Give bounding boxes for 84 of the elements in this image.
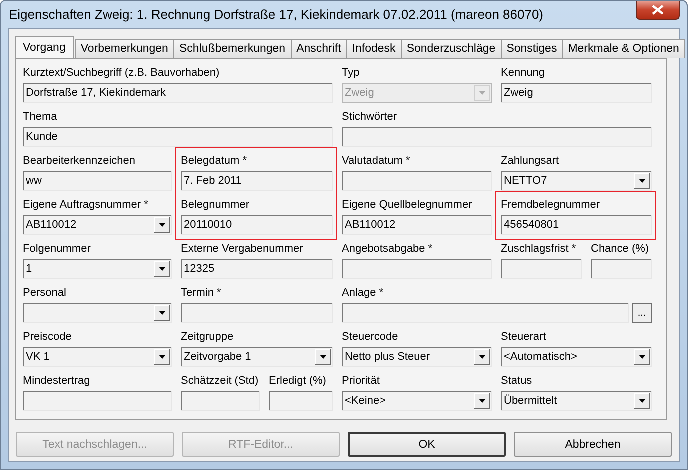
text-field[interactable]: 12325 — [181, 259, 333, 279]
field-label: Preiscode — [23, 330, 73, 344]
tab[interactable]: Infodesk — [346, 39, 402, 58]
dropdown-field[interactable]: <Automatisch> — [501, 347, 652, 367]
tab[interactable]: Schlußbemerkungen — [173, 39, 292, 58]
field-label: Belegnummer — [181, 198, 250, 212]
caret-icon — [478, 91, 486, 95]
text-field[interactable] — [181, 303, 333, 323]
field-label: Belegdatum * — [181, 154, 248, 168]
text-field[interactable] — [23, 391, 172, 411]
text-field[interactable]: AB110012 — [342, 215, 492, 235]
field-label: Priorität — [342, 374, 381, 388]
text-field[interactable] — [181, 391, 260, 411]
field-label: Kurztext/Suchbegriff (z.B. Bauvorhaben) — [23, 66, 221, 80]
caret-icon — [320, 355, 326, 359]
dropdown-field[interactable]: AB110012 — [23, 215, 172, 235]
field-label: Erledigt (%) — [269, 374, 328, 388]
field-label: Steuercode — [342, 330, 400, 344]
text-field[interactable] — [342, 259, 492, 279]
caret-icon — [158, 267, 166, 271]
dropdown-field[interactable]: <Keine> — [342, 391, 492, 411]
text-field[interactable] — [501, 259, 582, 279]
text-field[interactable] — [591, 259, 652, 279]
caret-icon — [158, 355, 166, 359]
field-label: Kennung — [501, 66, 546, 80]
field-label: Bearbeiterkennzeichen — [23, 154, 137, 168]
text-field[interactable]: Dorfstraße 17, Kiekindemark — [23, 83, 333, 103]
dropdown-field[interactable]: 1 — [23, 259, 172, 279]
text-field[interactable] — [269, 391, 333, 411]
caret-icon — [158, 223, 166, 227]
field-label: Typ — [342, 66, 361, 80]
text-field[interactable]: 456540801 — [501, 215, 652, 235]
field-label: Externe Vergabenummer — [181, 242, 304, 256]
field-label: Stichwörter — [342, 110, 398, 124]
field-label: Zahlungsart — [501, 154, 560, 168]
field-label: Status — [501, 374, 534, 388]
text-field[interactable]: 7. Feb 2011 — [181, 171, 333, 191]
browse-button[interactable]: ... — [632, 303, 652, 323]
field-label: Steuerart — [501, 330, 548, 344]
field-label: Valutadatum * — [342, 154, 412, 168]
dialog-button[interactable]: OK — [348, 432, 506, 457]
tab[interactable]: Vorbemerkungen — [74, 39, 174, 58]
close-button[interactable] — [636, 1, 680, 20]
caret-icon — [478, 355, 486, 359]
tab[interactable]: Sonstiges — [500, 39, 564, 58]
field-label: Zuschlagsfrist * — [501, 242, 578, 256]
field-label: Personal — [23, 286, 68, 300]
field-label: Zeitgruppe — [181, 330, 235, 344]
caret-icon — [638, 355, 646, 359]
field-label: Anlage * — [342, 286, 385, 300]
caret-icon — [158, 311, 166, 315]
field-label: Termin * — [181, 286, 222, 300]
field-label: Chance (%) — [591, 242, 650, 256]
tab[interactable]: Sonderzuschläge — [400, 39, 502, 58]
text-field[interactable]: ww — [23, 171, 172, 191]
field-label: Fremdbelegnummer — [501, 198, 602, 212]
window-title: Eigenschaften Zweig: 1. Rechnung Dorfstraße 17, Kiekindemark 07.02.2011 (mareon 86070) — [8, 7, 544, 22]
caret-icon — [638, 179, 646, 183]
text-field[interactable] — [342, 171, 492, 191]
tab[interactable]: Anschrift — [290, 39, 348, 58]
text-field[interactable] — [342, 127, 652, 147]
field-label: Thema — [23, 110, 58, 124]
text-field[interactable]: Zweig — [501, 83, 652, 103]
dialog-button[interactable]: Abbrechen — [514, 432, 672, 457]
tab[interactable]: Merkmale & Optionen — [562, 39, 686, 58]
field-label: Eigene Auftragsnummer * — [23, 198, 150, 212]
field-label: Eigene Quellbelegnummer — [342, 198, 474, 212]
field-label: Folgenummer — [23, 242, 92, 256]
dropdown-field[interactable]: Übermittelt — [501, 391, 652, 411]
tab[interactable]: Vorgang — [15, 36, 74, 58]
dropdown-field[interactable] — [23, 303, 172, 323]
field-label: Angebotsabgabe * — [342, 242, 434, 256]
text-field[interactable] — [342, 303, 629, 323]
close-icon — [652, 5, 664, 15]
dropdown-field[interactable]: NETTO7 — [501, 171, 652, 191]
caret-icon — [478, 399, 486, 403]
dropdown-field[interactable]: VK 1 — [23, 347, 172, 367]
text-field[interactable]: 20110010 — [181, 215, 333, 235]
field-label: Mindestertrag — [23, 374, 92, 388]
dropdown-field[interactable]: Netto plus Steuer — [342, 347, 492, 367]
text-field[interactable]: Kunde — [23, 127, 333, 147]
field-label: Schätzzeit (Std) — [181, 374, 260, 388]
caret-icon — [638, 399, 646, 403]
dropdown-field[interactable]: Zeitvorgabe 1 — [181, 347, 333, 367]
